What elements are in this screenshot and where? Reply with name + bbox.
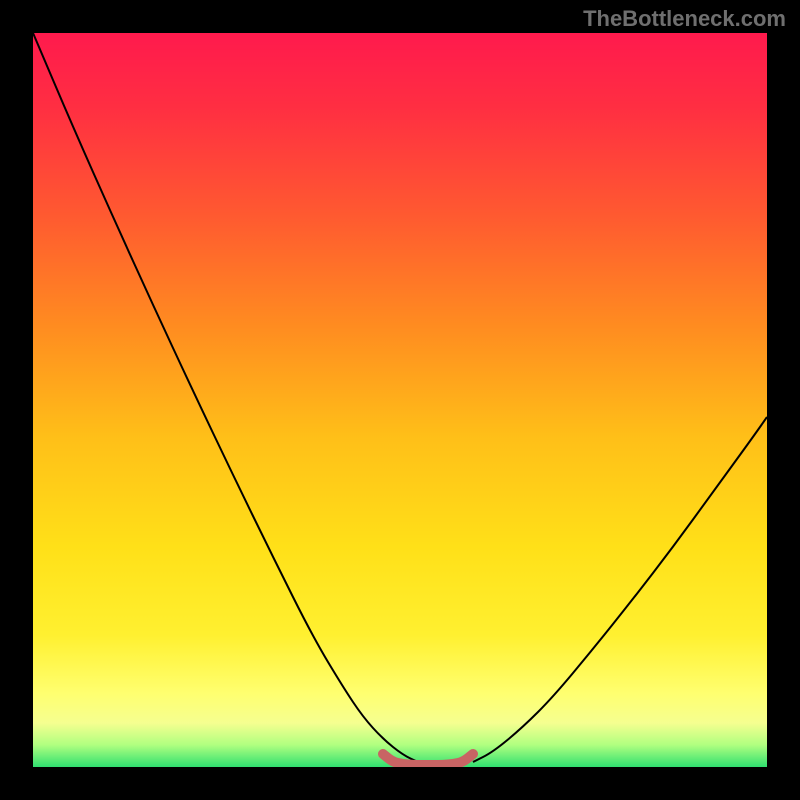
- gradient-background: [33, 33, 767, 767]
- watermark-text: TheBottleneck.com: [583, 6, 786, 32]
- chart-svg: [33, 33, 767, 767]
- chart-plot: [33, 33, 767, 767]
